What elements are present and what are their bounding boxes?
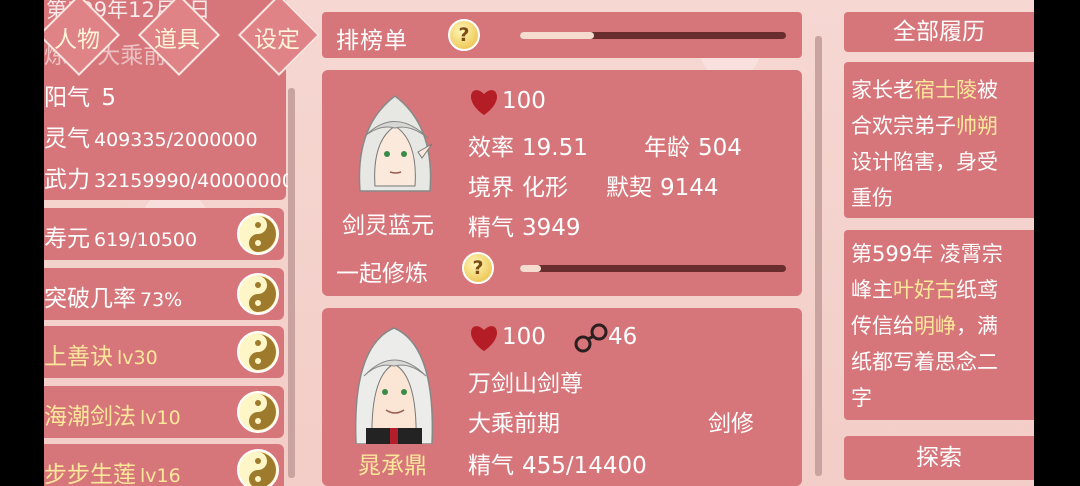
yin-yang-icon[interactable] (236, 448, 280, 486)
companion-name: 晁承鼎 (358, 453, 427, 479)
realm-value: 化形 (522, 175, 568, 201)
history-header[interactable]: 全部履历 (844, 12, 1034, 52)
age-stat: 年龄 504 (644, 128, 742, 162)
companion-card[interactable]: 剑灵蓝元 100 效率 19.51 年龄 504 境界 化形 默契 9144 精气 394… (322, 70, 802, 296)
skill-row[interactable]: 海潮剑法 lv10 (44, 386, 284, 438)
yin-yang-icon[interactable] (236, 272, 280, 316)
skill-value: lv10 (140, 407, 181, 429)
essence-label: 精气 (468, 215, 514, 241)
affection-value: 100 (502, 88, 546, 114)
skill-row[interactable]: 突破几率 73% (44, 268, 284, 320)
ranking-slider[interactable] (520, 32, 786, 39)
essence-label: 精气 (468, 453, 514, 479)
skill-row[interactable]: 寿元 619/10500 (44, 208, 284, 260)
yang-label: 阳气 (44, 85, 90, 111)
game-screen: 第599年12月4日 炼虚 大乘前期 阳气 5 灵气 409335/2000000… (0, 0, 1080, 486)
skill-value: 73% (140, 289, 183, 311)
skill-value: lv30 (117, 347, 158, 369)
skill-label: 步步生莲 lv16 (44, 455, 181, 486)
skill-row[interactable]: 上善诀 lv30 (44, 326, 284, 378)
screen-edge-right (1034, 0, 1080, 486)
nav-settings-tab[interactable]: 设定 (254, 20, 300, 54)
train-together-label: 一起修炼 (336, 261, 428, 287)
center-scrollbar[interactable] (815, 36, 822, 476)
wuli-stat: 武力 32159990/40000000 (44, 160, 294, 194)
bond-value: 46 (608, 324, 638, 350)
skill-name: 上善诀 (44, 344, 113, 370)
history-line: 家长老宿士陵被 (851, 78, 998, 102)
companion-portrait (358, 95, 433, 192)
skill-name: 突破几率 (44, 286, 136, 312)
affection-value: 100 (502, 324, 546, 350)
age-value: 504 (698, 135, 742, 161)
ranking-help-button[interactable]: ? (448, 19, 480, 51)
yin-yang-icon[interactable] (236, 390, 280, 434)
efficiency-stat: 效率 19.51 (468, 128, 588, 162)
history-line: 传信给明峥，满 (851, 314, 998, 338)
tacit-stat: 默契 9144 (606, 168, 719, 202)
history-line: 字 (851, 386, 872, 410)
nav-character-tab[interactable]: 人物 (54, 20, 100, 54)
history-line: 设计陷害，身受 (851, 150, 998, 174)
skill-value: 619/10500 (94, 229, 198, 251)
skill-label: 海潮剑法 lv10 (44, 397, 181, 431)
skill-name: 寿元 (44, 226, 90, 252)
train-slider-fill (520, 265, 542, 272)
wuli-value: 32159990/40000000 (94, 170, 294, 192)
companion-card[interactable]: 晁承鼎 100 46 万剑山剑尊 大乘前期 剑修 精气 455/14400 (322, 308, 802, 486)
heart-icon (470, 90, 498, 115)
ranking-bar: 排榜单 ? (322, 12, 802, 58)
realm-value: 大乘前期 (468, 411, 560, 437)
cultivation-path: 剑修 (708, 411, 754, 437)
wuli-label: 武力 (44, 167, 90, 193)
skill-row[interactable]: 步步生莲 lv16 (44, 444, 284, 486)
yang-value: 5 (101, 85, 116, 111)
essence-stat: 精气 455/14400 (468, 446, 647, 480)
essence-stat: 精气 3949 (468, 208, 581, 242)
left-scrollbar[interactable] (288, 88, 295, 478)
history-line: 第599年 凌霄宗 (851, 242, 1003, 266)
heart-icon (470, 326, 498, 351)
efficiency-label: 效率 (468, 135, 514, 161)
sect-title: 万剑山剑尊 (468, 371, 583, 397)
train-help-button[interactable]: ? (462, 252, 494, 284)
tacit-value: 9144 (660, 175, 719, 201)
skill-label: 寿元 619/10500 (44, 219, 197, 253)
yang-stat: 阳气 5 (44, 78, 116, 112)
skill-name: 步步生莲 (44, 462, 136, 486)
ling-label: 灵气 (44, 126, 90, 152)
realm-label: 境界 (468, 175, 514, 201)
ling-value: 409335/2000000 (94, 129, 258, 151)
companion-portrait (354, 327, 434, 444)
yin-yang-icon[interactable] (236, 212, 280, 256)
skill-label: 上善诀 lv30 (44, 337, 158, 371)
realm-stat: 境界 化形 (468, 168, 568, 202)
train-slider[interactable] (520, 265, 786, 272)
history-line: 合欢宗弟子帅朔 (851, 114, 998, 138)
essence-value: 455/14400 (522, 453, 647, 479)
nav-items-tab[interactable]: 道具 (154, 20, 200, 54)
ranking-title: 排榜单 (336, 28, 408, 54)
history-entry: 家长老宿士陵被 合欢宗弟子帅朔 设计陷害，身受 重伤 (844, 62, 1034, 218)
yin-yang-icon[interactable] (236, 330, 280, 374)
skill-name: 海潮剑法 (44, 404, 136, 430)
skill-label: 突破几率 73% (44, 279, 182, 313)
skill-value: lv16 (140, 465, 181, 486)
history-line: 纸都写着思念二 (851, 350, 998, 374)
handcuff-icon (574, 323, 608, 353)
ranking-slider-fill (520, 32, 595, 39)
essence-value: 3949 (522, 215, 581, 241)
history-line: 重伤 (851, 186, 893, 210)
history-line: 峰主叶好古纸鸢 (851, 278, 998, 302)
age-label: 年龄 (644, 135, 690, 161)
tacit-label: 默契 (606, 175, 652, 201)
companion-name: 剑灵蓝元 (342, 213, 434, 239)
ling-stat: 灵气 409335/2000000 (44, 119, 258, 153)
history-entry: 第599年 凌霄宗 峰主叶好古纸鸢 传信给明峥，满 纸都写着思念二字 (844, 230, 1034, 420)
efficiency-value: 19.51 (522, 135, 588, 161)
explore-button[interactable]: 探索 (844, 436, 1034, 480)
screen-edge-left (0, 0, 44, 486)
